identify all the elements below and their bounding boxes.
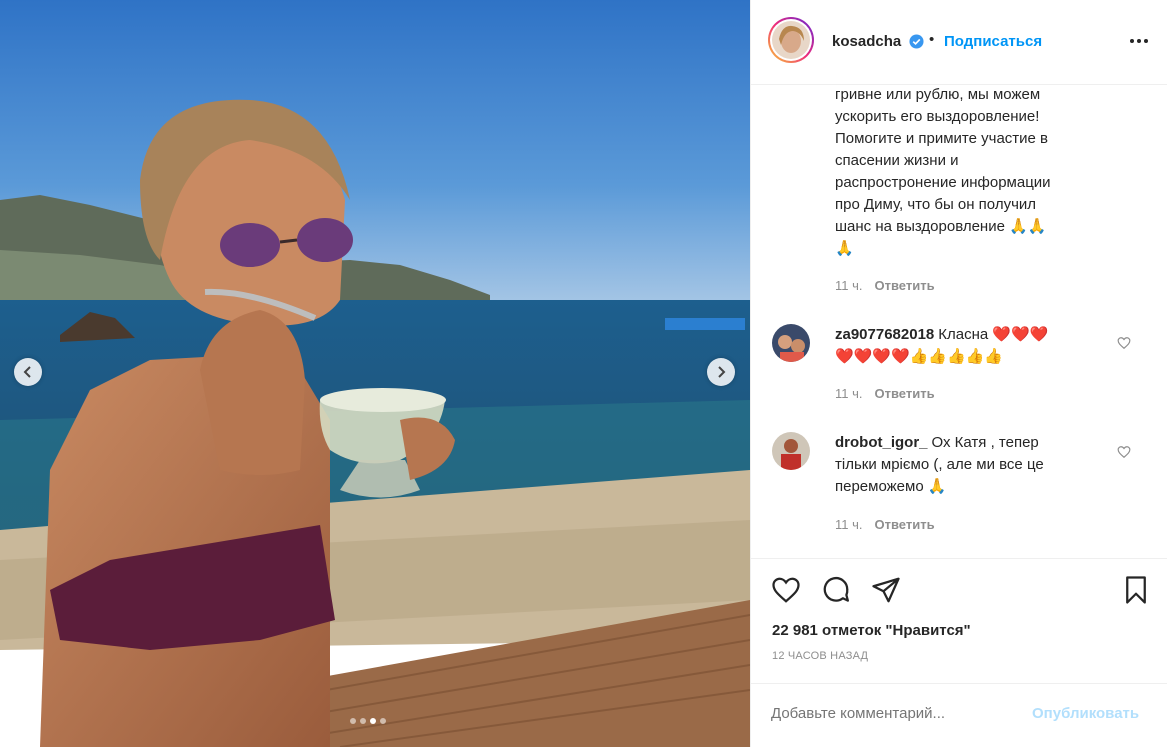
carousel-dot-active — [370, 718, 376, 724]
caption-line: Помогите и примите участие в — [835, 130, 1049, 147]
instagram-post-viewer: kosadcha • Подписаться гривне или рублю,… — [0, 0, 1167, 747]
comment-time: 11 ч. — [835, 386, 863, 401]
commenter-avatar[interactable] — [772, 432, 810, 470]
post-sidebar: kosadcha • Подписаться гривне или рублю,… — [750, 0, 1167, 747]
commenter-avatar-image — [772, 324, 810, 362]
post-caption: гривне или рублю, мы можем ускорить его … — [835, 84, 1105, 260]
comment-text-line: переможемо 🙏 — [835, 478, 947, 495]
comment-input[interactable] — [771, 705, 1011, 722]
share-paper-plane-icon[interactable] — [871, 575, 901, 605]
comment-body: drobot_igor_ Ох Катя , тепер тільки мрiєм… — [835, 432, 1095, 498]
more-options-icon[interactable] — [1129, 34, 1149, 48]
carousel-indicator — [350, 718, 386, 724]
like-heart-icon[interactable] — [771, 575, 801, 605]
post-photo[interactable] — [0, 0, 750, 747]
comment-bubble-icon[interactable] — [821, 575, 851, 605]
comment-meta: 11 ч. Ответить — [835, 517, 935, 532]
comment-username[interactable]: drobot_igor_ — [835, 434, 928, 451]
caption-time: 11 ч. — [835, 278, 863, 293]
caption-line: спасении жизни и — [835, 152, 959, 169]
carousel-dot — [360, 718, 366, 724]
comment-composer: Опубликовать — [751, 683, 1167, 748]
comment-reply-button[interactable]: Ответить — [875, 517, 935, 532]
save-bookmark-icon[interactable] — [1121, 575, 1151, 605]
carousel-dot — [350, 718, 356, 724]
caption-reply-button[interactable]: Ответить — [875, 278, 935, 293]
caption-line: гривне или рублю, мы можем — [835, 86, 1041, 103]
likes-count[interactable]: 22 981 отметок "Нравится" — [772, 622, 971, 639]
caption-line: про Диму, что бы он получил — [835, 196, 1037, 213]
comment-reply-button[interactable]: Ответить — [875, 386, 935, 401]
chevron-left-icon — [23, 366, 31, 378]
carousel-dot — [380, 718, 386, 724]
beach-photo — [0, 0, 750, 747]
comment-time: 11 ч. — [835, 517, 863, 532]
chevron-right-icon — [718, 366, 726, 378]
separator-dot: • — [929, 31, 935, 48]
comment-text-line: ❤️❤️❤️❤️👍👍👍👍👍 — [835, 348, 1004, 365]
commenter-avatar[interactable] — [772, 324, 810, 362]
comment-text: Класна ❤️❤️❤️ — [938, 326, 1049, 343]
caption-meta: 11 ч. Ответить — [835, 278, 935, 293]
carousel-prev-button[interactable] — [14, 358, 42, 386]
comment-text-line: тільки мрiємо (, але ми все це — [835, 456, 1044, 473]
avatar-image — [772, 21, 810, 59]
caption-line: 🙏 — [835, 240, 854, 257]
author-username[interactable]: kosadcha — [832, 33, 901, 50]
post-timestamp[interactable]: 12 часов назад — [772, 650, 868, 662]
comment-username[interactable]: za9077682018 — [835, 326, 934, 343]
post-actions-bar — [751, 558, 1167, 604]
publish-button[interactable]: Опубликовать — [1032, 705, 1139, 722]
caption-line: шанс на выздоровление 🙏🙏 — [835, 218, 1047, 235]
like-comment-heart-icon[interactable] — [1117, 445, 1131, 459]
post-header: kosadcha • Подписаться — [751, 0, 1167, 85]
comment-meta: 11 ч. Ответить — [835, 386, 935, 401]
like-comment-heart-icon[interactable] — [1117, 336, 1131, 350]
carousel-next-button[interactable] — [707, 358, 735, 386]
comment-body: za9077682018 Класна ❤️❤️❤️ ❤️❤️❤️❤️👍👍👍👍👍 — [835, 324, 1095, 368]
follow-button[interactable]: Подписаться — [944, 33, 1042, 50]
commenter-avatar-image — [772, 432, 810, 470]
author-avatar[interactable] — [768, 17, 814, 63]
verified-badge-icon — [909, 34, 924, 49]
comments-list[interactable]: гривне или рублю, мы можем ускорить его … — [751, 84, 1167, 558]
comment-text: Ох Катя , тепер — [931, 434, 1039, 451]
caption-line: распростронение информации — [835, 174, 1051, 191]
caption-line: ускорить его выздоровление! — [835, 108, 1040, 125]
